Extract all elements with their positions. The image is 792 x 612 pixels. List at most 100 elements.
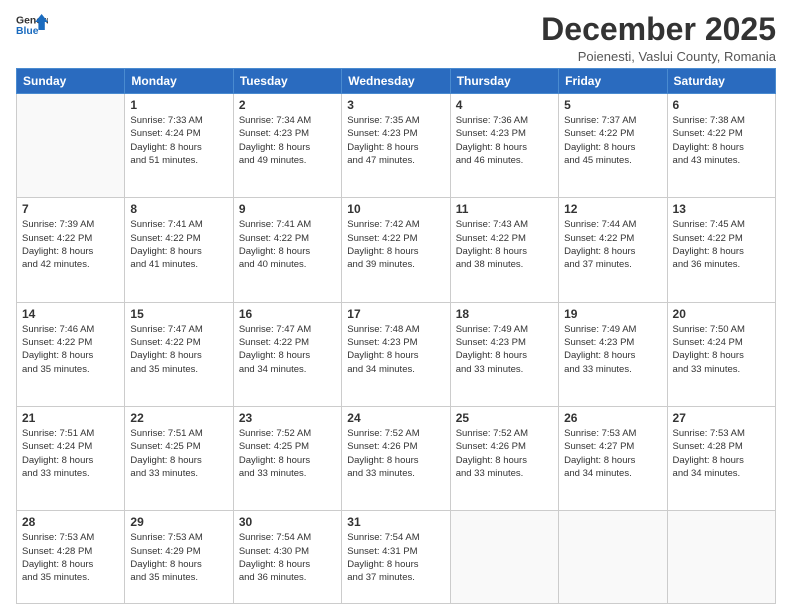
location: Poienesti, Vaslui County, Romania — [541, 49, 776, 64]
day-info: Sunrise: 7:48 AM Sunset: 4:23 PM Dayligh… — [347, 323, 444, 376]
day-info: Sunrise: 7:49 AM Sunset: 4:23 PM Dayligh… — [456, 323, 553, 376]
day-number: 24 — [347, 411, 444, 425]
day-number: 3 — [347, 98, 444, 112]
day-number: 15 — [130, 307, 227, 321]
table-row: 14 Sunrise: 7:46 AM Sunset: 4:22 PM Dayli… — [17, 302, 125, 406]
day-number: 20 — [673, 307, 770, 321]
day-info: Sunrise: 7:53 AM Sunset: 4:28 PM Dayligh… — [22, 531, 119, 584]
day-info: Sunrise: 7:51 AM Sunset: 4:25 PM Dayligh… — [130, 427, 227, 480]
table-row: 8Sunrise: 7:41 AM Sunset: 4:22 PM Daylig… — [125, 198, 233, 302]
table-row — [17, 94, 125, 198]
table-row: 23 Sunrise: 7:52 AM Sunset: 4:25 PM Dayli… — [233, 407, 341, 511]
day-number: 19 — [564, 307, 661, 321]
day-number: 9 — [239, 202, 336, 216]
day-info: Sunrise: 7:42 AM Sunset: 4:22 PM Dayligh… — [347, 218, 444, 271]
day-info: Sunrise: 7:54 AM Sunset: 4:30 PM Dayligh… — [239, 531, 336, 584]
day-number: 2 — [239, 98, 336, 112]
day-number: 22 — [130, 411, 227, 425]
day-info: Sunrise: 7:50 AM Sunset: 4:24 PM Dayligh… — [673, 323, 770, 376]
day-info: Sunrise: 7:53 AM Sunset: 4:27 PM Dayligh… — [564, 427, 661, 480]
col-friday: Friday — [559, 69, 667, 94]
day-number: 18 — [456, 307, 553, 321]
table-row: 30 Sunrise: 7:54 AM Sunset: 4:30 PM Dayli… — [233, 511, 341, 604]
col-thursday: Thursday — [450, 69, 558, 94]
day-info: Sunrise: 7:38 AM Sunset: 4:22 PM Dayligh… — [673, 114, 770, 167]
table-row: 24 Sunrise: 7:52 AM Sunset: 4:26 PM Dayli… — [342, 407, 450, 511]
header-row: Sunday Monday Tuesday Wednesday Thursday… — [17, 69, 776, 94]
day-number: 11 — [456, 202, 553, 216]
day-number: 7 — [22, 202, 119, 216]
day-number: 21 — [22, 411, 119, 425]
table-row: 7 Sunrise: 7:39 AM Sunset: 4:22 PM Daylig… — [17, 198, 125, 302]
table-row: 29 Sunrise: 7:53 AM Sunset: 4:29 PM Dayli… — [125, 511, 233, 604]
page: General Blue December 2025 Poienesti, Va… — [0, 0, 792, 612]
day-info: Sunrise: 7:43 AM Sunset: 4:22 PM Dayligh… — [456, 218, 553, 271]
day-info: Sunrise: 7:52 AM Sunset: 4:26 PM Dayligh… — [456, 427, 553, 480]
day-info: Sunrise: 7:51 AM Sunset: 4:24 PM Dayligh… — [22, 427, 119, 480]
day-info: Sunrise: 7:36 AM Sunset: 4:23 PM Dayligh… — [456, 114, 553, 167]
table-row: 4 Sunrise: 7:36 AM Sunset: 4:23 PM Daylig… — [450, 94, 558, 198]
day-number: 16 — [239, 307, 336, 321]
day-number: 5 — [564, 98, 661, 112]
table-row: 22 Sunrise: 7:51 AM Sunset: 4:25 PM Dayli… — [125, 407, 233, 511]
table-row: 16 Sunrise: 7:47 AM Sunset: 4:22 PM Dayli… — [233, 302, 341, 406]
month-title: December 2025 — [541, 12, 776, 47]
day-info: Sunrise: 7:34 AM Sunset: 4:23 PM Dayligh… — [239, 114, 336, 167]
day-info: Sunrise: 7:41 AM Sunset: 4:22 PM Dayligh… — [130, 218, 227, 271]
col-saturday: Saturday — [667, 69, 775, 94]
logo: General Blue — [16, 12, 48, 40]
day-number: 17 — [347, 307, 444, 321]
table-row: 27 Sunrise: 7:53 AM Sunset: 4:28 PM Dayli… — [667, 407, 775, 511]
day-info: Sunrise: 7:41 AM Sunset: 4:22 PM Dayligh… — [239, 218, 336, 271]
table-row — [559, 511, 667, 604]
day-number: 29 — [130, 515, 227, 529]
day-number: 25 — [456, 411, 553, 425]
table-row: 21 Sunrise: 7:51 AM Sunset: 4:24 PM Dayli… — [17, 407, 125, 511]
table-row: 25 Sunrise: 7:52 AM Sunset: 4:26 PM Dayli… — [450, 407, 558, 511]
day-info: Sunrise: 7:37 AM Sunset: 4:22 PM Dayligh… — [564, 114, 661, 167]
col-sunday: Sunday — [17, 69, 125, 94]
day-info: Sunrise: 7:53 AM Sunset: 4:28 PM Dayligh… — [673, 427, 770, 480]
table-row: 9 Sunrise: 7:41 AM Sunset: 4:22 PM Daylig… — [233, 198, 341, 302]
svg-text:Blue: Blue — [16, 26, 39, 37]
day-number: 23 — [239, 411, 336, 425]
table-row: 13Sunrise: 7:45 AM Sunset: 4:22 PM Dayli… — [667, 198, 775, 302]
table-row: 10 Sunrise: 7:42 AM Sunset: 4:22 PM Dayli… — [342, 198, 450, 302]
day-number: 1 — [130, 98, 227, 112]
table-row: 20 Sunrise: 7:50 AM Sunset: 4:24 PM Dayli… — [667, 302, 775, 406]
day-info: Sunrise: 7:35 AM Sunset: 4:23 PM Dayligh… — [347, 114, 444, 167]
logo-icon: General Blue — [16, 12, 48, 40]
day-info: Sunrise: 7:39 AM Sunset: 4:22 PM Dayligh… — [22, 218, 119, 271]
table-row: 19Sunrise: 7:49 AM Sunset: 4:23 PM Dayli… — [559, 302, 667, 406]
day-number: 4 — [456, 98, 553, 112]
day-number: 6 — [673, 98, 770, 112]
day-number: 12 — [564, 202, 661, 216]
col-monday: Monday — [125, 69, 233, 94]
table-row: 5 Sunrise: 7:37 AM Sunset: 4:22 PM Daylig… — [559, 94, 667, 198]
table-row: 12 Sunrise: 7:44 AM Sunset: 4:22 PM Dayli… — [559, 198, 667, 302]
day-number: 26 — [564, 411, 661, 425]
day-info: Sunrise: 7:46 AM Sunset: 4:22 PM Dayligh… — [22, 323, 119, 376]
day-info: Sunrise: 7:52 AM Sunset: 4:26 PM Dayligh… — [347, 427, 444, 480]
title-block: December 2025 Poienesti, Vaslui County, … — [541, 12, 776, 64]
table-row: 3 Sunrise: 7:35 AM Sunset: 4:23 PM Daylig… — [342, 94, 450, 198]
calendar-table: Sunday Monday Tuesday Wednesday Thursday… — [16, 68, 776, 604]
day-info: Sunrise: 7:47 AM Sunset: 4:22 PM Dayligh… — [239, 323, 336, 376]
day-number: 28 — [22, 515, 119, 529]
table-row: 11 Sunrise: 7:43 AM Sunset: 4:22 PM Dayli… — [450, 198, 558, 302]
table-row: 17 Sunrise: 7:48 AM Sunset: 4:23 PM Dayli… — [342, 302, 450, 406]
day-number: 27 — [673, 411, 770, 425]
day-number: 10 — [347, 202, 444, 216]
day-info: Sunrise: 7:54 AM Sunset: 4:31 PM Dayligh… — [347, 531, 444, 584]
day-number: 14 — [22, 307, 119, 321]
day-info: Sunrise: 7:33 AM Sunset: 4:24 PM Dayligh… — [130, 114, 227, 167]
day-number: 30 — [239, 515, 336, 529]
day-info: Sunrise: 7:53 AM Sunset: 4:29 PM Dayligh… — [130, 531, 227, 584]
day-info: Sunrise: 7:52 AM Sunset: 4:25 PM Dayligh… — [239, 427, 336, 480]
day-info: Sunrise: 7:45 AM Sunset: 4:22 PM Dayligh… — [673, 218, 770, 271]
table-row: 28 Sunrise: 7:53 AM Sunset: 4:28 PM Dayli… — [17, 511, 125, 604]
table-row: 31Sunrise: 7:54 AM Sunset: 4:31 PM Dayli… — [342, 511, 450, 604]
table-row: 1 Sunrise: 7:33 AM Sunset: 4:24 PM Daylig… — [125, 94, 233, 198]
col-wednesday: Wednesday — [342, 69, 450, 94]
day-info: Sunrise: 7:44 AM Sunset: 4:22 PM Dayligh… — [564, 218, 661, 271]
